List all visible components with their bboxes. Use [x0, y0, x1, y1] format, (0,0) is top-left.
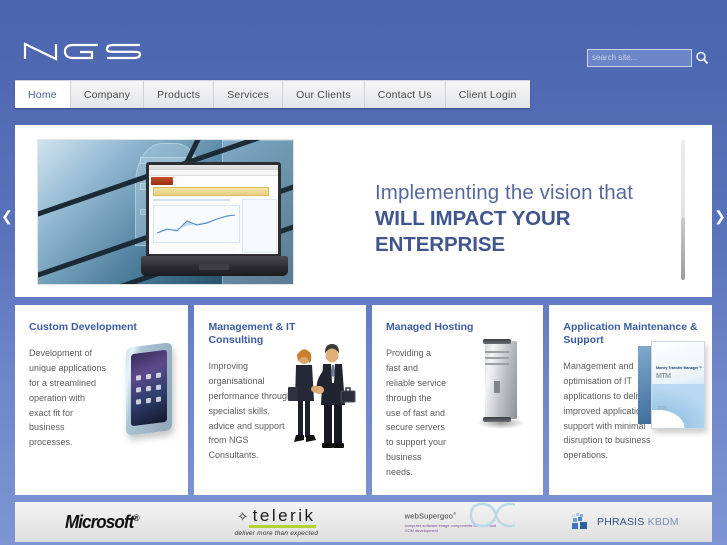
hero-scrollbar[interactable]	[681, 140, 685, 280]
server-top-cap	[483, 339, 512, 344]
hero-headline-line2: WILL IMPACT YOUR ENTERPRISE	[375, 206, 571, 257]
card-body: Development of unique applications for a…	[29, 348, 107, 448]
search-area	[587, 49, 709, 67]
hero-image	[37, 139, 294, 285]
box-year: 2010	[657, 406, 667, 412]
partner-websupergoo[interactable]: webSupergoo® computer software image com…	[364, 502, 538, 542]
card-title: Managed Hosting	[385, 321, 474, 333]
nav-item-company[interactable]: Company	[70, 81, 145, 108]
box-front: Money Transfer Manager™ MTM 2010	[651, 341, 705, 429]
nav-item-contact-us[interactable]: Contact Us	[364, 81, 446, 108]
ngs-logo[interactable]	[22, 38, 146, 64]
nav-label: Our Clients	[296, 88, 351, 101]
handshake-illustration	[287, 344, 356, 448]
box-product-logo: MTM	[656, 373, 671, 380]
carousel-prev-arrow[interactable]: ❮	[0, 205, 14, 227]
card-body: Improving organisational performance thr…	[208, 361, 293, 461]
card-application-maintenance-support[interactable]: Application Maintenance & Support Manage…	[549, 305, 712, 495]
server-label	[494, 381, 501, 393]
server-vent	[485, 357, 510, 359]
nav-label: Home	[28, 88, 57, 101]
server-bottom-cap	[483, 417, 512, 422]
microsoft-trademark: ®	[133, 512, 140, 523]
phone-screen	[131, 349, 168, 427]
page-root: Home Company Products Services Our Clien…	[0, 0, 727, 545]
side-panel	[241, 199, 278, 253]
phrasis-squares-icon	[571, 513, 587, 529]
software-box-icon: Money Transfer Manager™ MTM 2010	[638, 341, 705, 429]
card-custom-development[interactable]: Custom Development Development of unique…	[15, 305, 189, 495]
site-header	[0, 0, 727, 78]
card-body: Providing a fast and reliable service th…	[385, 348, 446, 477]
microsoft-logo: Microsoft®	[65, 511, 140, 532]
search-icon[interactable]	[695, 50, 709, 66]
kpi-row	[153, 243, 239, 251]
hero-text: Implementing the vision that WILL IMPACT…	[375, 180, 695, 259]
nav-label: Company	[83, 88, 131, 101]
smartphone-icon	[126, 342, 173, 436]
hero-banner: Implementing the vision that WILL IMPACT…	[15, 125, 712, 297]
partner-logo-strip: Microsoft® ✧ telerik deliver more than ex…	[15, 502, 712, 542]
server-vent	[485, 351, 510, 353]
nav-item-client-login[interactable]: Client Login	[445, 81, 530, 108]
site-logo-thumb	[151, 177, 173, 185]
telerik-logo: ✧ telerik deliver more than expected	[235, 507, 319, 537]
telerik-wordmark: ✧ telerik	[237, 506, 316, 525]
server-vent	[485, 363, 510, 365]
carousel-next-arrow[interactable]: ❯	[713, 205, 727, 227]
nav-label: Client Login	[458, 88, 517, 101]
laptop-image	[141, 162, 288, 279]
notice-bar	[153, 187, 269, 196]
partner-telerik[interactable]: ✧ telerik deliver more than expected	[189, 502, 363, 542]
nav-label: Services	[227, 88, 270, 101]
websupergoo-infinity-icon	[469, 503, 515, 528]
partner-phrasis[interactable]: PHRASIS KBDM	[538, 502, 712, 542]
search-input[interactable]	[587, 49, 692, 67]
laptop-trackpad	[199, 264, 229, 270]
hero-headline-line1: Implementing the vision that	[375, 181, 634, 204]
browser-toolbar	[149, 170, 278, 176]
phrasis-wordmark: PHRASIS KBDM	[596, 516, 679, 528]
telerik-mark-icon: ✧	[237, 509, 251, 524]
laptop-screen	[149, 165, 278, 254]
business-people-icon	[286, 343, 356, 451]
phrasis-logo: PHRASIS KBDM	[571, 513, 679, 531]
nav-item-our-clients[interactable]: Our Clients	[283, 81, 365, 108]
main-navigation: Home Company Products Services Our Clien…	[15, 80, 530, 108]
partner-microsoft[interactable]: Microsoft®	[15, 502, 189, 542]
service-cards: Custom Development Development of unique…	[15, 305, 712, 495]
nav-item-services[interactable]: Services	[214, 81, 284, 108]
trend-chart	[157, 214, 235, 234]
tab-strip	[153, 199, 231, 201]
nav-item-home[interactable]: Home	[15, 81, 71, 108]
card-title: Custom Development	[29, 321, 137, 333]
nav-item-products[interactable]: Products	[144, 81, 215, 108]
box-spine	[638, 346, 652, 424]
laptop-base	[141, 256, 288, 276]
card-managed-hosting[interactable]: Managed Hosting Providing a fast and rel…	[371, 305, 544, 495]
ngs-logo-mark	[23, 42, 142, 61]
card-management-it-consulting[interactable]: Management & IT Consulting Improving org…	[194, 305, 366, 495]
box-caption: Money Transfer Manager™	[656, 366, 702, 370]
server-tower-icon	[477, 337, 526, 429]
telerik-underline	[248, 525, 317, 528]
nav-label: Contact Us	[377, 88, 432, 101]
nav-label: Products	[157, 88, 201, 101]
phrasis-suffix: KBDM	[647, 516, 679, 528]
websupergoo-logo: webSupergoo® computer software image com…	[405, 503, 515, 533]
telerik-tagline: deliver more than expected	[234, 530, 319, 537]
hero-scrollbar-thumb[interactable]	[681, 218, 685, 280]
laptop-lid	[146, 162, 281, 257]
